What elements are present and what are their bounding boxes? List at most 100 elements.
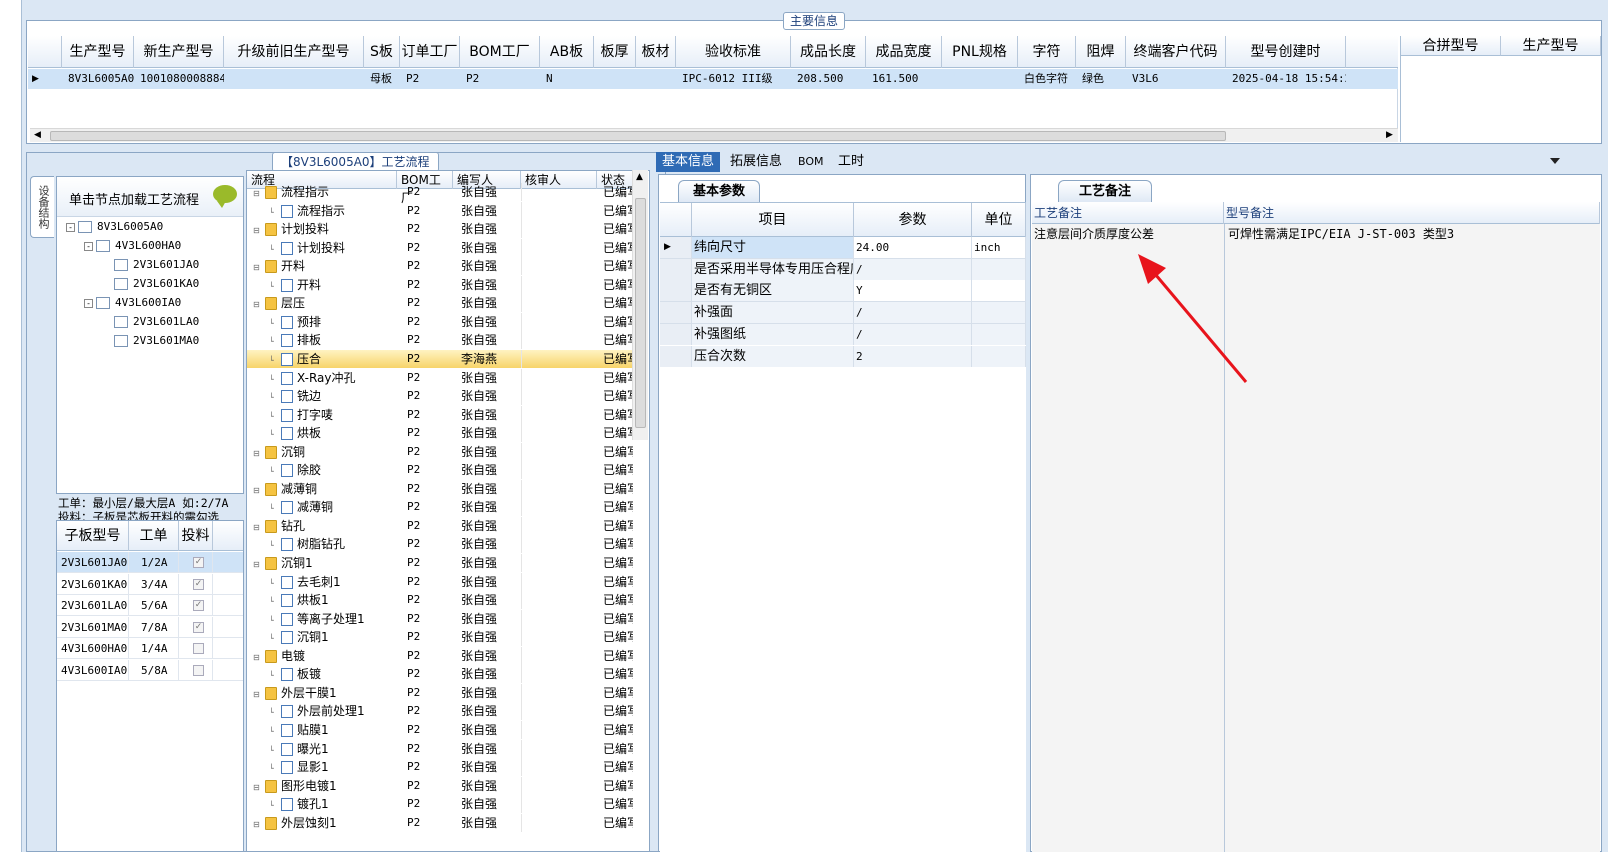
flow-row[interactable]: └ 去毛刺1 P2 张自强 已编写	[247, 572, 633, 592]
flow-row[interactable]: └ 贴膜1 P2 张自强 已编写	[247, 720, 633, 740]
sub-board-row[interactable]: 2V3L601JA0 1/2A ✓	[57, 552, 243, 573]
main-cell-2[interactable]	[224, 69, 364, 89]
chevron-down-icon[interactable]	[1550, 158, 1560, 164]
sub-board-row[interactable]: 4V3L600HA0 1/4A	[57, 638, 243, 659]
tab-2[interactable]: BOM	[792, 152, 830, 172]
flow-row[interactable]: └ 预排 P2 张自强 已编写	[247, 312, 633, 332]
main-col-6[interactable]: AB板	[540, 36, 594, 68]
flow-row[interactable]: └ 开料 P2 张自强 已编写	[247, 275, 633, 295]
scroll-up-icon[interactable]: ▲	[636, 172, 643, 182]
main-col-12[interactable]: PNL规格	[942, 36, 1018, 68]
main-col-5[interactable]: BOM工厂	[460, 36, 540, 68]
main-col-2[interactable]: 升级前旧生产型号	[224, 36, 364, 68]
main-col-1[interactable]: 新生产型号	[134, 36, 224, 68]
flow-row[interactable]: └ 减薄铜 P2 张自强 已编写	[247, 498, 633, 517]
main-col-11[interactable]: 成品宽度	[866, 36, 942, 68]
sub-col-0[interactable]: 子板型号	[57, 521, 129, 551]
main-cell-7[interactable]	[594, 69, 636, 89]
param-value[interactable]: /	[854, 323, 972, 345]
feed-checkbox[interactable]: ✓	[193, 600, 204, 611]
flow-row[interactable]: └ 压合 P2 李海燕 已编写	[247, 349, 633, 369]
flow-row[interactable]: ⊟ 层压 P2 张自强 已编写	[247, 294, 633, 313]
main-cell-13[interactable]: 白色字符	[1018, 69, 1076, 89]
main-cell-11[interactable]: 161.500	[866, 69, 942, 89]
tree-node[interactable]: - 4V3L600IA0	[84, 294, 181, 312]
main-cell-16[interactable]: 2025-04-18 15:54:23	[1226, 69, 1346, 89]
hscroll-thumb[interactable]	[50, 131, 1226, 141]
main-col-7[interactable]: 板厚	[594, 36, 636, 68]
main-col-3[interactable]: S板	[364, 36, 400, 68]
flow-row[interactable]: └ 烘板 P2 张自强 已编写	[247, 424, 633, 443]
flow-row[interactable]: └ 显影1 P2 张自强 已编写	[247, 758, 633, 777]
flow-row[interactable]: └ 计划投料 P2 张自强 已编写	[247, 238, 633, 258]
merge-col-0[interactable]: 合拼型号	[1401, 36, 1501, 56]
tree-node[interactable]: 2V3L601MA0	[102, 332, 199, 350]
flow-row[interactable]: ⊟ 外层蚀刻1 P2 张自强 已编写	[247, 813, 633, 833]
main-cell-0[interactable]: 8V3L6005A0	[62, 69, 134, 89]
param-value[interactable]: 24.00	[854, 237, 972, 258]
flow-row[interactable]: └ 树脂钻孔 P2 张自强 已编写	[247, 535, 633, 554]
main-cell-6[interactable]: N	[540, 69, 594, 89]
param-row[interactable]: 补强图纸 /	[660, 323, 1026, 346]
feed-checkbox[interactable]: ✓	[193, 578, 204, 590]
flow-row[interactable]: ⊟ 计划投料 P2 张自强 已编写	[247, 220, 633, 239]
flow-row[interactable]: └ 板镀 P2 张自强 已编写	[247, 665, 633, 684]
flow-row[interactable]: └ 等离子处理1 P2 张自强 已编写	[247, 609, 633, 629]
main-cell-5[interactable]: P2	[460, 69, 540, 89]
tab-1[interactable]: 拓展信息	[724, 152, 788, 172]
flow-row[interactable]: └ 镀孔1 P2 张自强 已编写	[247, 795, 633, 814]
scroll-left-icon[interactable]: ◀	[34, 130, 41, 140]
flow-row[interactable]: ⊟ 电镀 P2 张自强 已编写	[247, 646, 633, 666]
main-cell-8[interactable]	[636, 69, 676, 89]
param-col-2[interactable]: 单位	[972, 203, 1026, 237]
main-col-14[interactable]: 阻焊	[1076, 36, 1126, 68]
sub-board-row[interactable]: 2V3L601MA0 7/8A ✓	[57, 616, 243, 638]
main-col-0[interactable]: 生产型号	[62, 36, 134, 68]
main-cell-15[interactable]: V3L6	[1126, 69, 1226, 89]
main-col-9[interactable]: 验收标准	[676, 36, 791, 68]
feed-checkbox[interactable]	[193, 643, 204, 654]
main-col-16[interactable]: 型号创建时	[1226, 36, 1346, 68]
main-cell-1[interactable]: 10010800088840	[134, 69, 224, 89]
flow-row[interactable]: ⊟ 流程指示 P2 张自强 已编写	[247, 183, 633, 202]
main-grid-row[interactable]: ▶ 8V3L6005A0 10010800088840 母板 P2 P2 N IPC-6012…	[28, 69, 1398, 89]
tree-node[interactable]: - 4V3L600HA0	[84, 237, 181, 255]
sub-board-row[interactable]: 4V3L600IA0 5/8A	[57, 659, 243, 681]
flow-row[interactable]: ⊟ 开料 P2 张自强 已编写	[247, 257, 633, 276]
device-structure-tab[interactable]: 设备结构	[30, 176, 54, 238]
vscroll-thumb[interactable]	[635, 198, 646, 428]
flow-row[interactable]: └ 烘板1 P2 张自强 已编写	[247, 591, 633, 610]
main-col-13[interactable]: 字符	[1018, 36, 1076, 68]
tree-node[interactable]: 2V3L601LA0	[102, 313, 199, 331]
main-col-4[interactable]: 订单工厂	[400, 36, 460, 68]
flow-row[interactable]: ⊟ 钻孔 P2 张自强 已编写	[247, 516, 633, 536]
craft-note-col[interactable]: 工艺备注	[1032, 202, 1224, 224]
main-cell-3[interactable]: 母板	[364, 69, 400, 89]
sub-col-1[interactable]: 工单	[129, 521, 179, 551]
main-grid-hscrollbar[interactable]: ◀ ▶	[30, 128, 1398, 142]
flow-row[interactable]: ⊟ 图形电镀1 P2 张自强 已编写	[247, 776, 633, 796]
main-cell-4[interactable]: P2	[400, 69, 460, 89]
main-cell-14[interactable]: 绿色	[1076, 69, 1126, 89]
main-cell-9[interactable]: IPC-6012 III级	[676, 69, 791, 89]
model-note-col[interactable]: 型号备注	[1224, 202, 1600, 224]
flow-row[interactable]: └ 曝光1 P2 张自强 已编写	[247, 739, 633, 759]
main-cell-12[interactable]	[942, 69, 1018, 89]
param-value[interactable]: Y	[854, 280, 972, 302]
param-value[interactable]: 2	[854, 345, 972, 367]
craft-note-text[interactable]: 注意层间介质厚度公差	[1034, 226, 1154, 242]
main-cell-10[interactable]: 208.500	[791, 69, 866, 89]
craft-notes-tab[interactable]: 工艺备注	[1058, 180, 1153, 202]
sub-order-cell[interactable]: 3/4A	[129, 573, 179, 595]
param-col-1[interactable]: 参数	[854, 203, 972, 237]
tree-toggle-icon[interactable]: -	[66, 222, 75, 232]
basic-params-tab[interactable]: 基本参数	[678, 180, 761, 202]
sub-board-row[interactable]: 2V3L601LA0 5/6A ✓	[57, 595, 243, 616]
flow-row[interactable]: └ 打字唛 P2 张自强 已编写	[247, 405, 633, 425]
param-row[interactable]: 是否有无铜区 Y	[660, 280, 1026, 302]
flow-row[interactable]: └ X-Ray冲孔 P2 张自强 已编写	[247, 368, 633, 388]
sub-order-cell[interactable]: 1/4A	[129, 638, 179, 659]
main-col-15[interactable]: 终端客户代码	[1126, 36, 1226, 68]
flow-row[interactable]: ⊟ 沉铜1 P2 张自强 已编写	[247, 554, 633, 573]
flow-row[interactable]: ⊟ 沉铜 P2 张自强 已编写	[247, 442, 633, 462]
